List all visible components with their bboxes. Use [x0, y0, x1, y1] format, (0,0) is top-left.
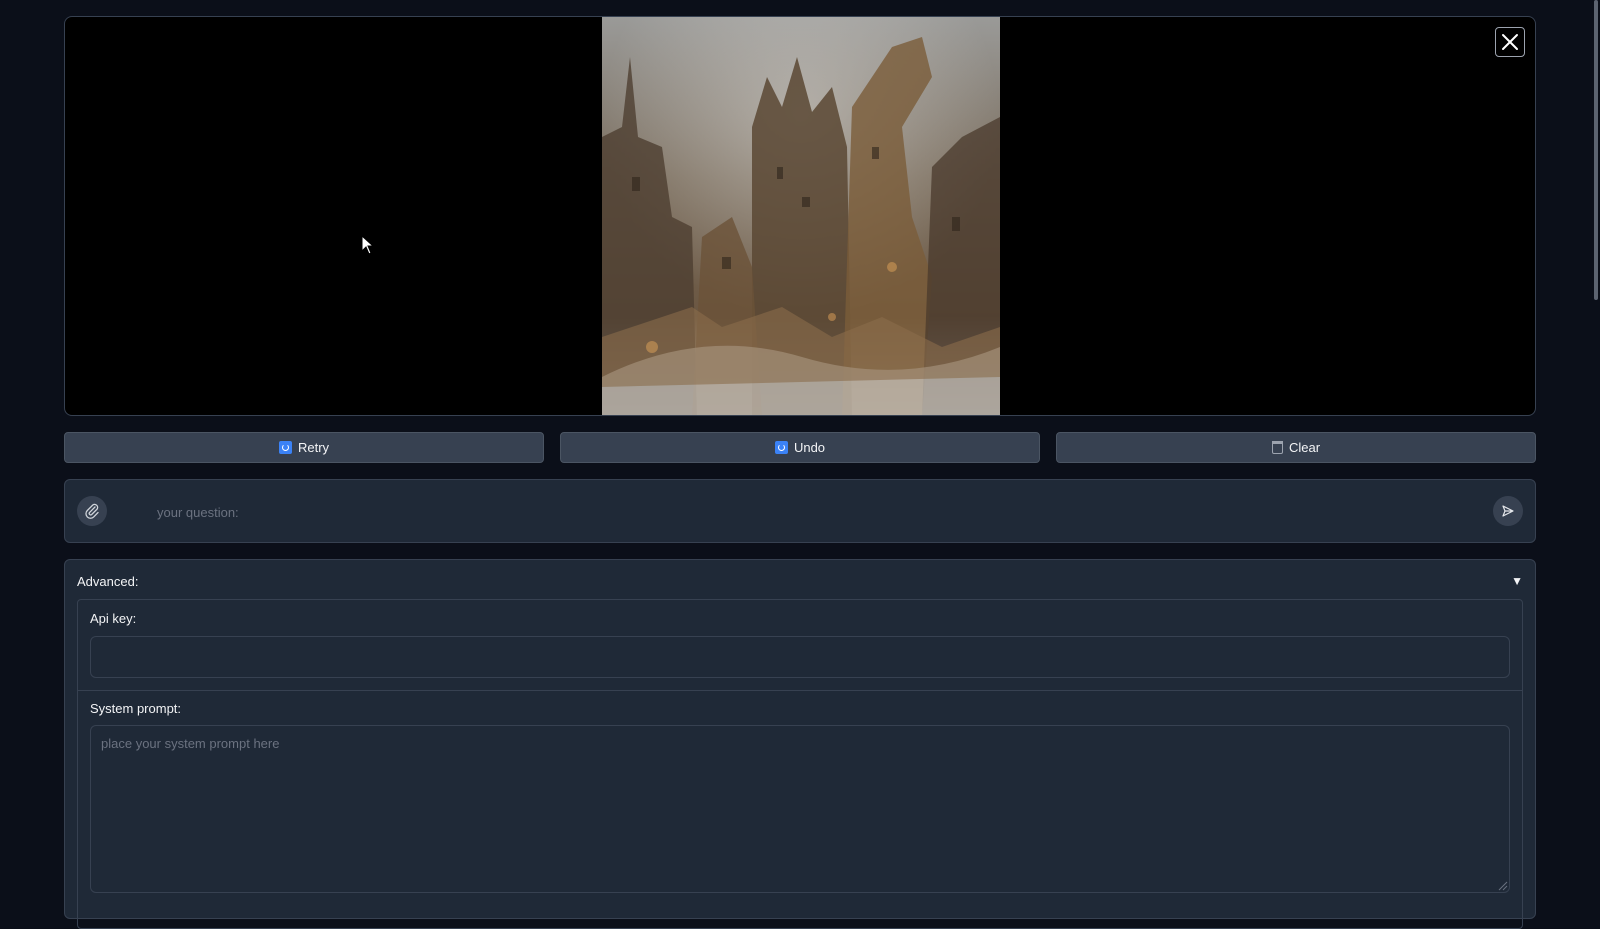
- system-prompt-label: System prompt:: [90, 701, 182, 716]
- retry-label: Retry: [297, 440, 330, 455]
- advanced-title: Advanced:: [77, 574, 139, 589]
- api-key-input[interactable]: [90, 636, 1510, 678]
- question-input[interactable]: [155, 498, 1455, 526]
- send-button[interactable]: [1493, 496, 1523, 526]
- resize-handle-icon[interactable]: [1496, 879, 1508, 891]
- clear-button[interactable]: Clear: [1056, 432, 1536, 463]
- api-key-label: Api key:: [90, 611, 137, 626]
- preview-image[interactable]: [602, 17, 1000, 415]
- page-scrollbar[interactable]: [1590, 0, 1600, 900]
- attach-button[interactable]: [77, 496, 107, 526]
- trash-icon: [1271, 441, 1283, 454]
- retry-button[interactable]: Retry: [64, 432, 544, 463]
- advanced-body: Api key: System prompt:: [77, 599, 1523, 929]
- scrollbar-thumb[interactable]: [1594, 0, 1598, 300]
- chevron-down-icon: ▼: [1511, 574, 1523, 588]
- send-icon: [1502, 505, 1514, 517]
- refresh-icon: [278, 441, 292, 454]
- cursor-icon: [361, 235, 375, 255]
- close-icon: [1502, 34, 1518, 50]
- undo-button[interactable]: Undo: [560, 432, 1040, 463]
- advanced-toggle[interactable]: Advanced: ▼: [77, 572, 1523, 592]
- question-bar: [64, 479, 1536, 543]
- advanced-panel: Advanced: ▼ Api key: System prompt:: [64, 559, 1536, 929]
- image-preview: [64, 16, 1536, 416]
- paperclip-icon: [85, 503, 99, 519]
- chat-actions: Retry Undo Clear: [64, 432, 1536, 463]
- undo-label: Undo: [793, 440, 826, 455]
- close-preview-button[interactable]: [1495, 27, 1525, 57]
- clear-label: Clear: [1288, 440, 1321, 455]
- divider: [78, 690, 1522, 691]
- system-prompt-textarea[interactable]: [90, 725, 1510, 893]
- undo-icon: [774, 441, 788, 454]
